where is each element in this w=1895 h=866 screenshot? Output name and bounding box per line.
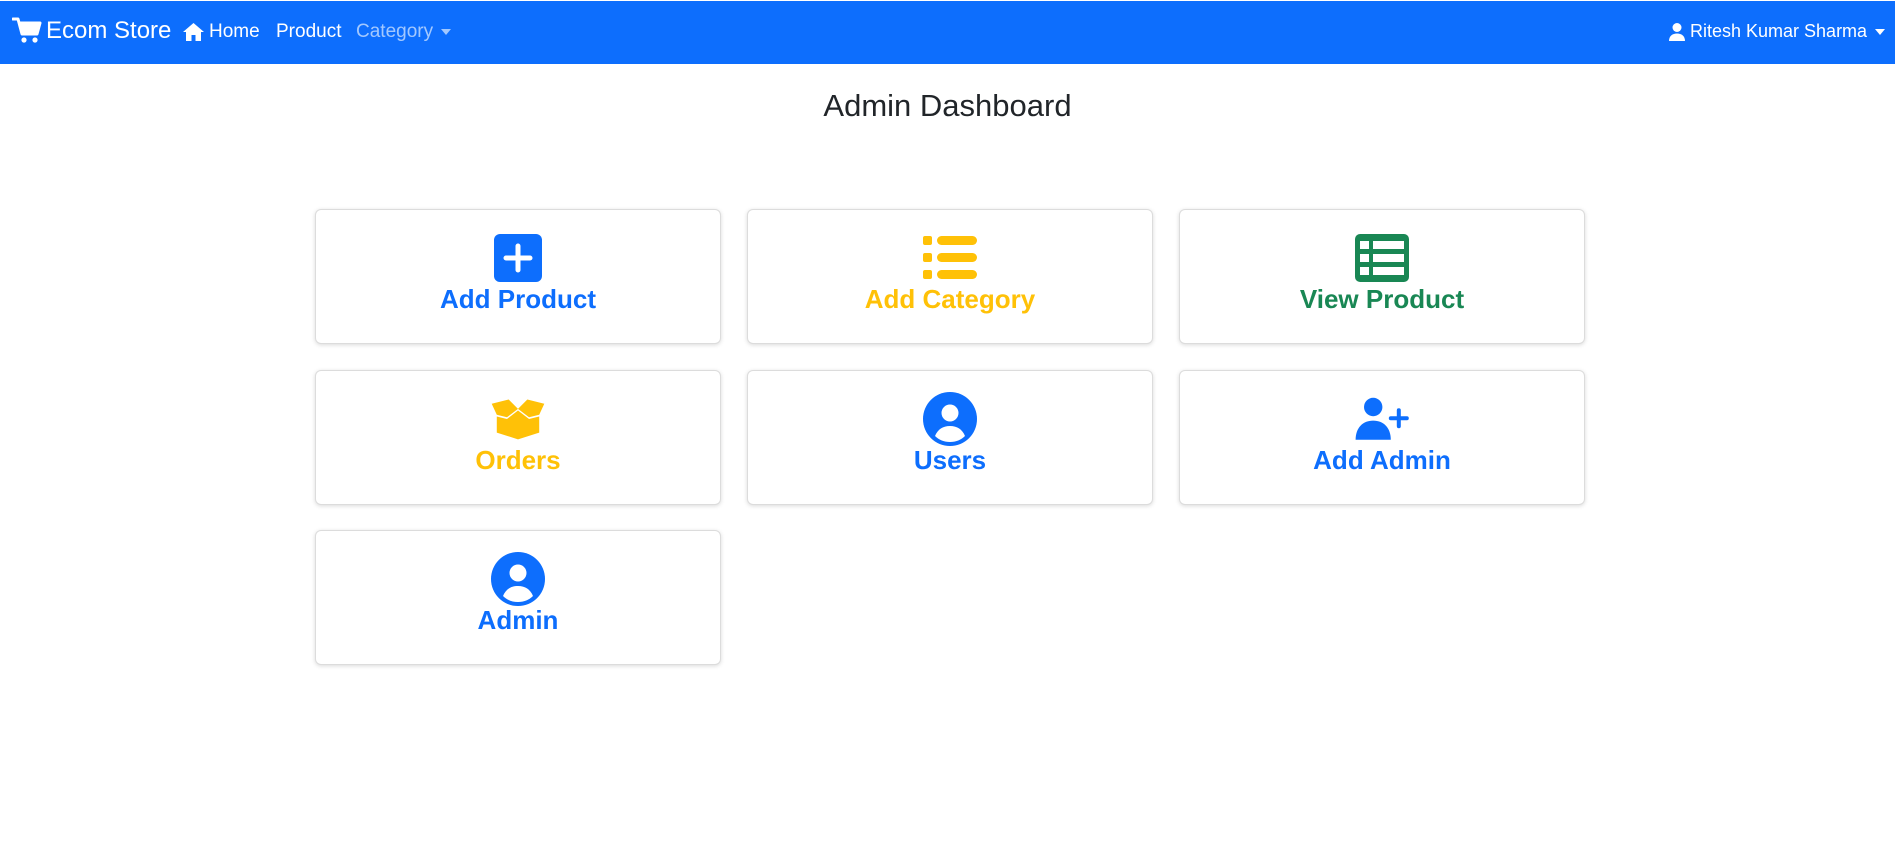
user-circle-icon: [922, 391, 978, 447]
user-circle-icon: [490, 551, 546, 607]
nav-category-label: Category: [356, 21, 434, 42]
home-icon: [182, 22, 205, 42]
plus-square-icon: [490, 230, 546, 286]
nav-category-dropdown[interactable]: Category: [356, 21, 452, 43]
add-admin-label: Add Admin: [1313, 445, 1451, 475]
nav-home-label: Home: [209, 21, 260, 42]
brand-link[interactable]: Ecom Store: [12, 17, 171, 45]
orders-card[interactable]: Orders: [315, 370, 721, 505]
list-icon: [922, 230, 978, 286]
top-navbar: Ecom Store Home Product Category Ritesh …: [0, 1, 1895, 64]
add-product-card[interactable]: Add Product: [315, 209, 721, 344]
caret-down-icon: [1875, 28, 1886, 35]
users-label: Users: [913, 445, 987, 475]
nav-product-link[interactable]: Product: [276, 21, 341, 43]
user-plus-icon: [1354, 391, 1410, 447]
add-product-label: Add Product: [440, 284, 596, 314]
brand-label: Ecom Store: [46, 17, 172, 44]
add-admin-card[interactable]: Add Admin: [1179, 370, 1585, 505]
nav-home-link[interactable]: Home: [182, 21, 260, 43]
add-category-label: Add Category: [864, 284, 1036, 314]
nav-product-label: Product: [276, 21, 342, 42]
cart-icon: [12, 17, 42, 45]
add-category-card[interactable]: Add Category: [747, 209, 1153, 344]
user-icon: [1668, 22, 1686, 42]
page-title: Admin Dashboard: [823, 88, 1072, 123]
box-open-icon: [490, 391, 546, 447]
user-menu-dropdown[interactable]: Ritesh Kumar Sharma: [1668, 21, 1886, 42]
view-product-label: View Product: [1299, 284, 1465, 314]
user-name-label: Ritesh Kumar Sharma: [1690, 21, 1868, 41]
view-product-card[interactable]: View Product: [1179, 209, 1585, 344]
table-icon: [1354, 230, 1410, 286]
admin-label: Admin: [477, 605, 559, 635]
orders-label: Orders: [475, 445, 561, 475]
admin-card[interactable]: Admin: [315, 530, 721, 665]
caret-down-icon: [441, 29, 452, 35]
users-card[interactable]: Users: [747, 370, 1153, 505]
